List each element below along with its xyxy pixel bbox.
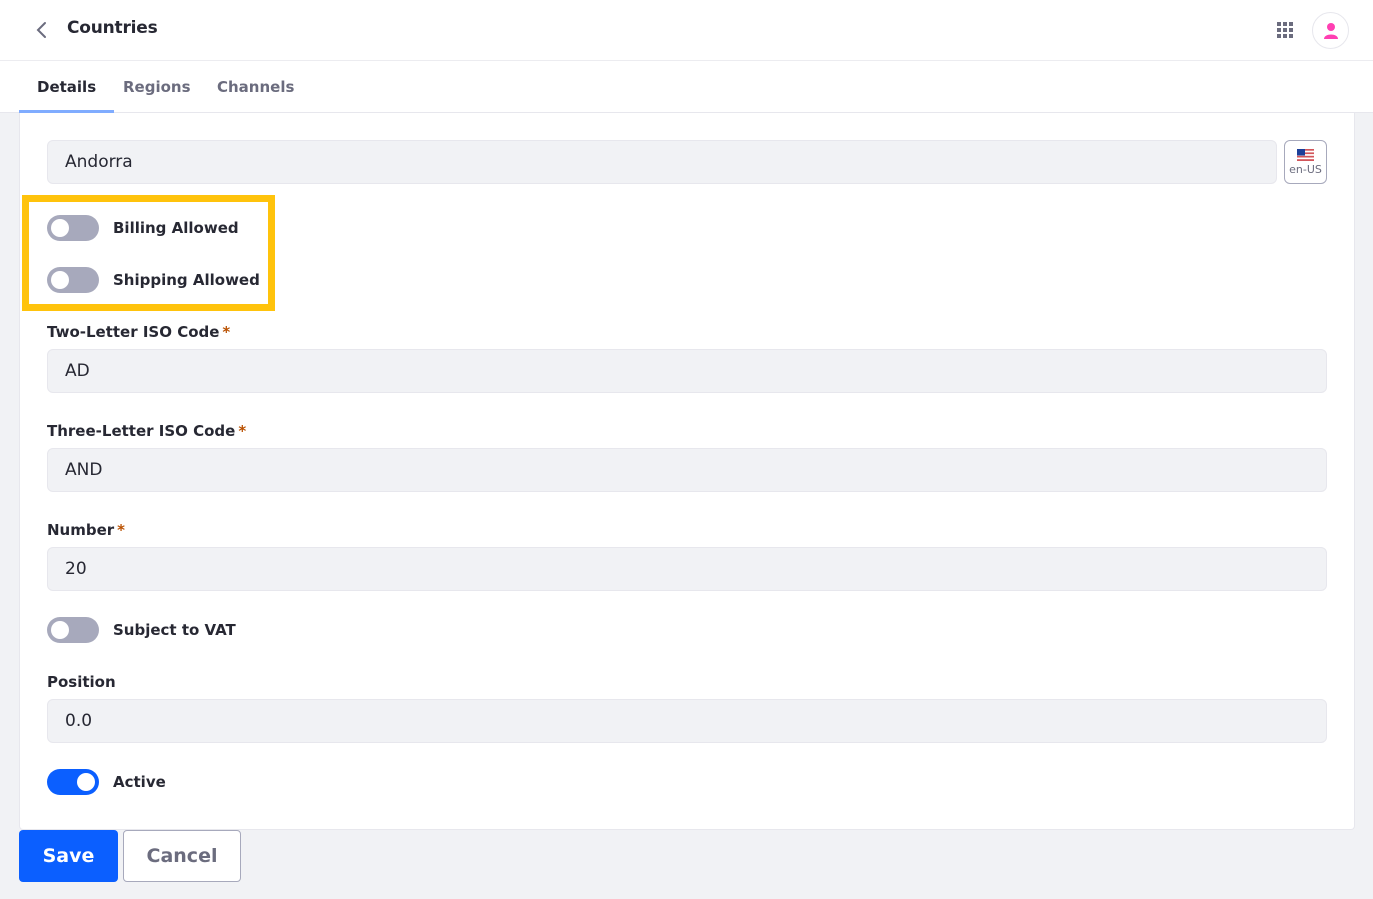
position-input[interactable]: 0.0	[47, 699, 1327, 743]
position-label: Position	[47, 673, 116, 691]
top-bar: Countries	[0, 0, 1373, 61]
active-label: Active	[113, 773, 166, 791]
us-flag-icon	[1297, 148, 1314, 161]
three-letter-iso-input[interactable]: AND	[47, 448, 1327, 492]
page-title: Countries	[67, 18, 158, 38]
required-mark: *	[117, 521, 126, 539]
number-input[interactable]: 20	[47, 547, 1327, 591]
two-letter-iso-input[interactable]: AD	[47, 349, 1327, 393]
active-switch[interactable]	[47, 769, 99, 795]
shipping-allowed-label: Shipping Allowed	[113, 271, 260, 289]
three-letter-iso-label: Three-Letter ISO Code *	[47, 422, 247, 440]
apps-menu-button[interactable]	[1274, 19, 1296, 41]
cancel-button[interactable]: Cancel	[123, 830, 241, 882]
language-label: en-US	[1289, 162, 1322, 176]
save-button[interactable]: Save	[19, 830, 118, 882]
language-selector-button[interactable]: en-US	[1284, 140, 1327, 184]
user-avatar[interactable]	[1312, 12, 1349, 49]
user-icon	[1323, 22, 1338, 39]
subject-to-vat-toggle[interactable]: Subject to VAT	[47, 617, 236, 643]
billing-allowed-toggle[interactable]: Billing Allowed	[47, 215, 239, 241]
tab-bar: Details Regions Channels	[0, 61, 1373, 114]
required-mark: *	[222, 323, 231, 341]
name-input[interactable]: Andorra	[47, 140, 1277, 184]
shipping-allowed-toggle[interactable]: Shipping Allowed	[47, 267, 260, 293]
subject-to-vat-label: Subject to VAT	[113, 621, 236, 639]
chevron-left-icon	[36, 22, 46, 38]
required-mark: *	[238, 422, 247, 440]
billing-allowed-label: Billing Allowed	[113, 219, 239, 237]
tab-channels[interactable]: Channels	[199, 61, 312, 113]
back-button[interactable]	[28, 16, 56, 44]
active-toggle[interactable]: Active	[47, 769, 166, 795]
subject-to-vat-switch[interactable]	[47, 617, 99, 643]
number-label: Number *	[47, 521, 126, 539]
apps-grid-icon	[1277, 22, 1293, 38]
tab-details[interactable]: Details	[19, 61, 115, 114]
tab-regions[interactable]: Regions	[105, 61, 209, 113]
shipping-allowed-switch[interactable]	[47, 267, 99, 293]
billing-allowed-switch[interactable]	[47, 215, 99, 241]
two-letter-iso-label: Two-Letter ISO Code *	[47, 323, 231, 341]
